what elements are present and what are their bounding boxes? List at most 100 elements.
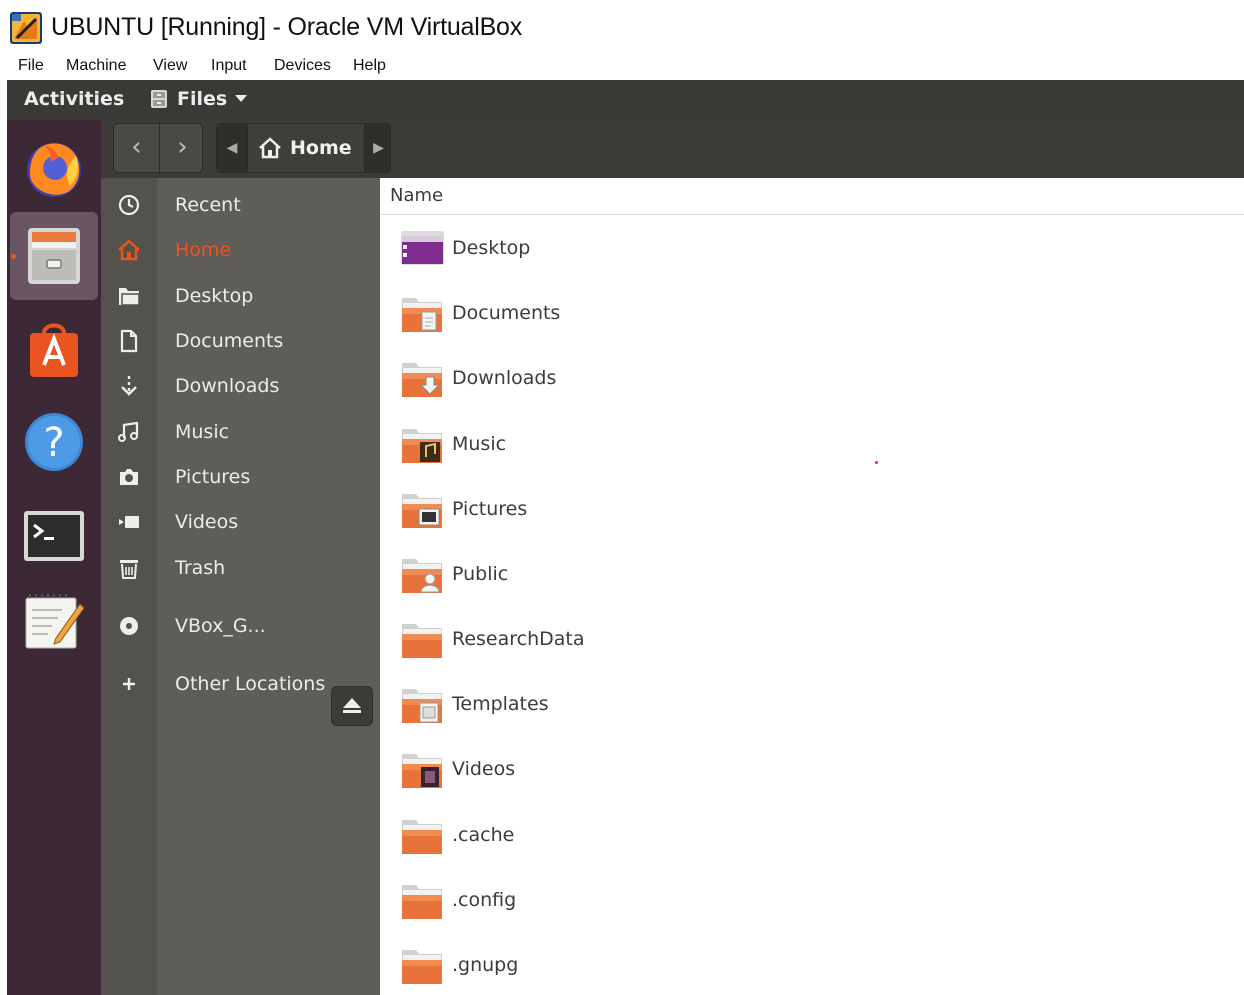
guest-screen: Activities Files ? ‹ › ◀ Home ▶ Recent H…	[7, 80, 1244, 995]
firefox-icon	[27, 143, 81, 197]
files-app-label: Files	[177, 88, 228, 110]
file-row[interactable]: .cache	[380, 804, 1244, 869]
window-title: UBUNTU [Running] - Oracle VM VirtualBox	[51, 13, 523, 41]
software-center-icon	[30, 323, 78, 377]
menu-help[interactable]: Help	[353, 57, 386, 75]
clock-icon	[118, 194, 140, 216]
folder-icon	[119, 288, 140, 306]
dock-text-editor[interactable]	[10, 578, 98, 666]
file-row[interactable]: Documents	[380, 282, 1244, 347]
music-folder-icon	[402, 429, 442, 463]
forward-button[interactable]: ›	[159, 124, 205, 172]
file-name: .config	[452, 889, 517, 911]
file-row[interactable]: Pictures	[380, 478, 1244, 543]
sidebar-item-label: VBox_G...	[175, 615, 266, 637]
vm-menubar: File Machine View Input Devices Help	[0, 54, 1244, 80]
path-home-button[interactable]: Home	[247, 124, 365, 172]
gnome-topbar: Activities Files	[7, 80, 1244, 120]
sidebar-item-desktop[interactable]: Desktop	[101, 274, 380, 319]
download-icon	[121, 376, 137, 396]
folder-icon	[402, 950, 442, 984]
file-row[interactable]: Music	[380, 413, 1244, 478]
sidebar-item-pictures[interactable]: Pictures	[101, 455, 380, 500]
video-icon	[119, 516, 139, 528]
sidebar-item-vbox-disc[interactable]: VBox_G...	[101, 604, 380, 649]
sidebar-item-label: Home	[175, 239, 232, 261]
menu-machine[interactable]: Machine	[66, 57, 126, 75]
sidebar-item-trash[interactable]: Trash	[101, 546, 380, 591]
file-name: Documents	[452, 302, 561, 324]
dock-files[interactable]	[10, 212, 98, 300]
sidebar-item-label: Downloads	[175, 375, 280, 397]
dropdown-arrow-icon	[235, 95, 248, 102]
files-app-menu[interactable]: Files	[149, 88, 248, 110]
ubuntu-dock: ?	[7, 120, 101, 995]
path-scroll-right-button[interactable]: ▶	[365, 124, 392, 172]
sidebar-item-label: Music	[175, 421, 230, 443]
nautilus-headerbar: ‹ › ◀ Home ▶	[101, 120, 1244, 178]
path-scroll-left-button[interactable]: ◀	[217, 124, 247, 172]
svg-text:?: ?	[43, 420, 64, 466]
home-icon	[118, 239, 140, 261]
file-row[interactable]: .config	[380, 869, 1244, 934]
path-bar: ◀ Home ▶	[216, 123, 391, 173]
dock-firefox[interactable]	[10, 124, 98, 212]
file-name: Music	[452, 433, 507, 455]
sidebar-item-label: Trash	[175, 557, 226, 579]
public-folder-icon	[402, 559, 442, 593]
terminal-icon	[24, 511, 84, 561]
sidebar-item-music[interactable]: Music	[101, 410, 380, 455]
folder-icon	[402, 624, 442, 658]
file-row[interactable]: Videos	[380, 738, 1244, 803]
files-running-indicator	[11, 254, 16, 259]
file-row[interactable]: Templates	[380, 673, 1244, 738]
sidebar-item-downloads[interactable]: Downloads	[101, 364, 380, 409]
templates-folder-icon	[402, 689, 442, 723]
file-row[interactable]: Downloads	[380, 347, 1244, 412]
documents-folder-icon	[402, 298, 442, 332]
sidebar-item-home[interactable]: Home	[101, 228, 380, 273]
name-column-header[interactable]: Name	[380, 178, 1244, 215]
back-button[interactable]: ‹	[114, 124, 159, 172]
downloads-folder-icon	[402, 363, 442, 397]
desktop-folder-icon	[401, 231, 444, 265]
red-dot-artifact	[875, 461, 878, 464]
trash-icon	[120, 560, 138, 579]
places-sidebar: Recent Home Desktop Documents Downloads …	[101, 178, 380, 995]
disc-icon	[120, 617, 138, 635]
sidebar-item-videos[interactable]: Videos	[101, 500, 380, 545]
files-icon	[28, 228, 80, 284]
file-row[interactable]: ResearchData	[380, 608, 1244, 673]
file-name: Desktop	[452, 237, 531, 259]
menu-input[interactable]: Input	[211, 57, 247, 75]
file-name: .cache	[452, 824, 515, 846]
document-icon	[120, 329, 138, 353]
sidebar-item-documents[interactable]: Documents	[101, 319, 380, 364]
music-icon	[118, 421, 139, 442]
window-titlebar: UBUNTU [Running] - Oracle VM VirtualBox	[0, 0, 1244, 54]
pictures-folder-icon	[402, 494, 442, 528]
navigation-buttons: ‹ ›	[113, 123, 203, 173]
dock-help[interactable]: ?	[10, 398, 98, 486]
file-name: Downloads	[452, 367, 557, 389]
virtualbox-logo-icon	[10, 12, 42, 44]
menu-view[interactable]: View	[153, 57, 187, 75]
name-column-label: Name	[390, 185, 444, 206]
dock-terminal[interactable]	[10, 491, 98, 579]
file-row[interactable]: Public	[380, 543, 1244, 608]
menu-file[interactable]: File	[18, 57, 44, 75]
eject-button[interactable]	[331, 686, 373, 726]
sidebar-item-label: Recent	[175, 194, 241, 216]
folder-icon	[402, 820, 442, 854]
folder-icon	[402, 885, 442, 919]
dock-software[interactable]	[10, 305, 98, 393]
sidebar-item-label: Other Locations	[175, 673, 326, 695]
sidebar-item-recent[interactable]: Recent	[101, 183, 380, 228]
menu-devices[interactable]: Devices	[274, 57, 331, 75]
camera-icon	[120, 469, 138, 485]
activities-button[interactable]: Activities	[24, 88, 124, 110]
sidebar-item-label: Desktop	[175, 285, 254, 307]
sidebar-item-label: Videos	[175, 511, 239, 533]
file-row[interactable]: Desktop	[380, 217, 1244, 282]
file-row[interactable]: .gnupg	[380, 934, 1244, 995]
